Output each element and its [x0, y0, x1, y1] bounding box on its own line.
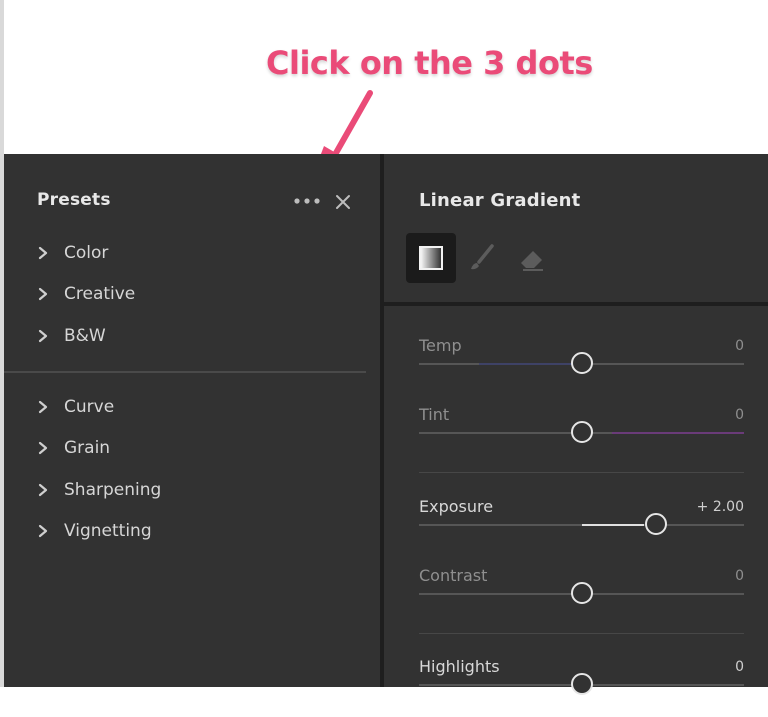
eraser-icon	[521, 251, 543, 271]
preset-divider	[4, 371, 366, 373]
track-fill	[581, 524, 645, 526]
preset-group-b-w[interactable]: B&W	[37, 321, 337, 351]
preset-label: Grain	[64, 438, 111, 459]
slider-knob[interactable]	[570, 421, 593, 443]
chevron-right-icon	[38, 400, 48, 414]
slider-label[interactable]: Exposure	[419, 497, 493, 516]
slider-label[interactable]: Highlights	[419, 657, 500, 676]
eraser-tool[interactable]	[506, 233, 556, 283]
preset-group-curve[interactable]: Curve	[37, 392, 337, 422]
slider-track[interactable]	[419, 673, 744, 695]
preset-label: Curve	[64, 397, 115, 417]
slider-exposure: Exposure + 2.00	[419, 497, 744, 557]
slider-track[interactable]	[419, 582, 744, 604]
presets-title: Presets	[37, 190, 111, 210]
slider-knob[interactable]	[570, 673, 593, 695]
preset-label: Vignetting	[64, 520, 152, 541]
brush-tool[interactable]	[456, 233, 506, 283]
preset-label: B&W	[64, 325, 106, 346]
more-horizontal-icon[interactable]	[293, 194, 321, 208]
linear-gradient-tool[interactable]	[406, 233, 456, 283]
editor-panels: Presets Color Creative B&W Curve Grain Sharpe…	[4, 154, 768, 695]
chevron-right-icon	[38, 246, 48, 260]
annotation-callout: Click on the 3 dots	[266, 44, 593, 82]
preset-group-creative[interactable]: Creative	[37, 279, 337, 309]
gradient-square-icon	[419, 246, 443, 270]
slider-temp: Temp 0	[419, 336, 744, 396]
slider-value[interactable]: 0	[735, 568, 744, 584]
section-divider	[419, 472, 744, 473]
chevron-right-icon	[38, 329, 48, 342]
slider-knob[interactable]	[570, 582, 593, 604]
slider-value[interactable]: 0	[735, 338, 744, 354]
slider-label[interactable]: Tint	[419, 405, 449, 424]
slider-knob[interactable]	[645, 513, 668, 535]
section-divider	[419, 633, 744, 634]
slider-value[interactable]: 0	[735, 659, 744, 675]
adjustment-sliders: Temp 0 Tint 0 Exposure + 2.00 Contrast 0 Highlig…	[384, 306, 768, 695]
preset-label: Sharpening	[64, 479, 162, 500]
preset-group-vignetting[interactable]: Vignetting	[37, 516, 337, 546]
slider-label[interactable]: Contrast	[419, 566, 487, 585]
slider-tint: Tint 0	[419, 405, 744, 465]
slider-label[interactable]: Temp	[419, 336, 462, 355]
slider-value[interactable]: 0	[735, 407, 744, 423]
slider-track[interactable]	[419, 421, 744, 443]
chevron-right-icon	[38, 442, 48, 455]
panel-title: Linear Gradient	[419, 190, 581, 211]
preset-group-color[interactable]: Color	[37, 238, 337, 268]
track-fill	[479, 363, 572, 365]
presets-panel: Presets Color Creative B&W Curve Grain Sharpe…	[4, 154, 380, 687]
slider-knob[interactable]	[570, 352, 593, 374]
brush-icon	[471, 244, 494, 270]
chevron-right-icon	[38, 483, 48, 496]
chevron-right-icon	[38, 288, 48, 301]
preset-group-grain[interactable]: Grain	[37, 433, 337, 463]
slider-track[interactable]	[419, 513, 744, 535]
slider-value[interactable]: + 2.00	[697, 499, 744, 515]
close-icon[interactable]	[335, 194, 351, 210]
slider-highlights: Highlights 0	[419, 657, 744, 717]
preset-group-sharpening[interactable]: Sharpening	[37, 475, 337, 505]
preset-label: Creative	[64, 284, 136, 305]
preset-label: Color	[64, 243, 109, 263]
slider-track[interactable]	[419, 352, 744, 374]
track-fill	[611, 432, 744, 434]
linear-gradient-panel: Linear Gradient Temp 0 Tint 0 Exposure +…	[384, 154, 768, 695]
chevron-right-icon	[38, 524, 48, 537]
slider-contrast: Contrast 0	[419, 566, 744, 626]
mask-tools-header: Linear Gradient	[384, 154, 768, 302]
